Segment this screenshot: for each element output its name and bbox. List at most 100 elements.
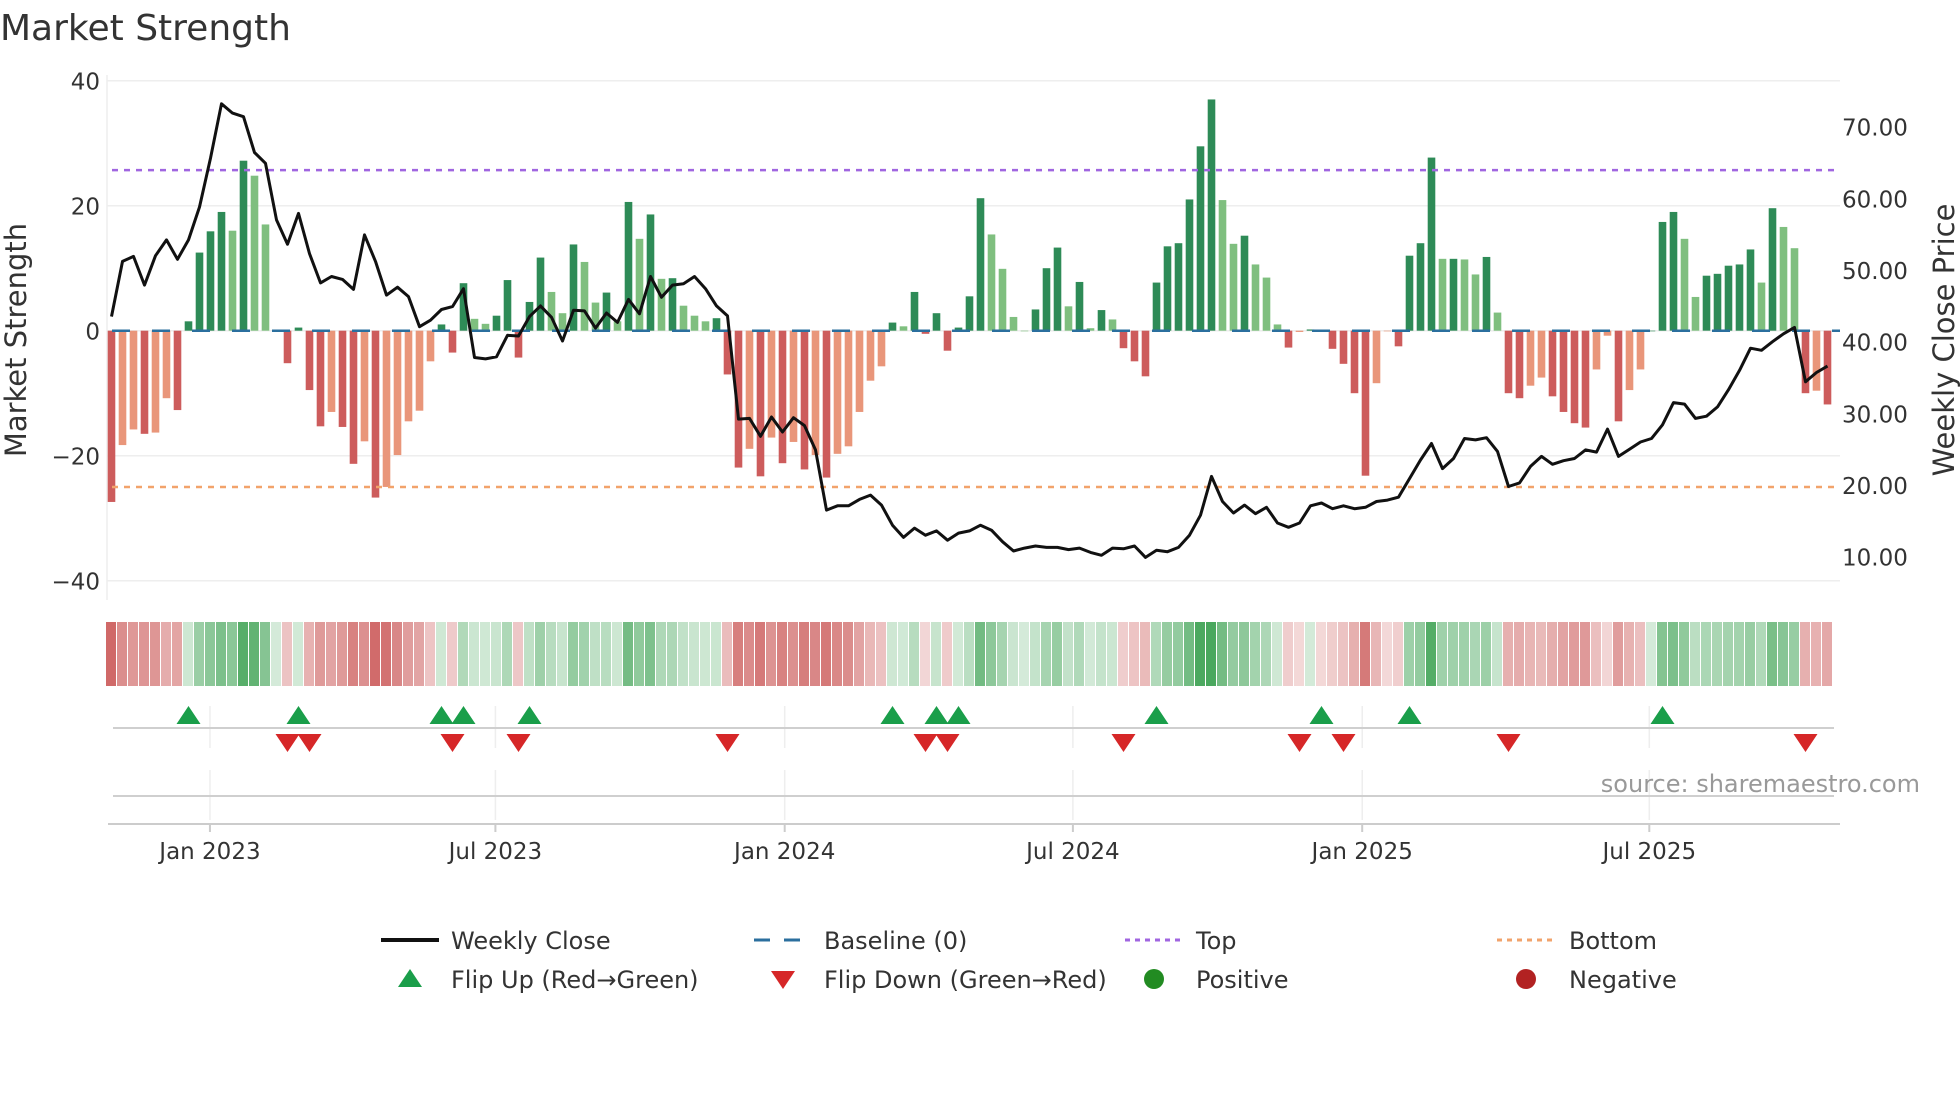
heatmap-cell bbox=[909, 622, 919, 686]
positive-bar bbox=[1262, 277, 1271, 331]
heatmap-cell bbox=[1360, 622, 1370, 686]
positive-bar bbox=[1218, 200, 1227, 331]
negative-bar bbox=[844, 330, 853, 447]
market-strength-chart: Market Strength 40 20 0 −20 −40 70.00 60.00 50… bbox=[0, 8, 1960, 994]
flip-down-marker bbox=[440, 734, 465, 752]
positive-bar bbox=[261, 224, 270, 331]
heatmap-cell bbox=[1646, 622, 1656, 686]
positive-bar bbox=[976, 198, 985, 331]
heatmap-cell bbox=[1745, 622, 1755, 686]
flip-up-marker bbox=[517, 706, 542, 724]
negative-bar bbox=[1130, 330, 1139, 362]
flip-up-marker bbox=[429, 706, 454, 724]
heatmap-cell bbox=[1723, 622, 1733, 686]
legend-label: Bottom bbox=[1569, 927, 1657, 955]
heatmap-cell bbox=[1338, 622, 1348, 686]
negative-bar bbox=[789, 330, 798, 442]
heatmap-cell bbox=[744, 622, 754, 686]
heatmap-cell bbox=[1558, 622, 1568, 686]
right-axis-label: Weekly Close Price bbox=[1927, 204, 1960, 477]
heatmap-cell bbox=[678, 622, 688, 686]
positive-bar bbox=[1735, 264, 1744, 331]
positive-bar bbox=[217, 211, 226, 331]
heatmap-cell bbox=[1129, 622, 1139, 686]
heatmap-cell bbox=[370, 622, 380, 686]
positive-bar bbox=[635, 238, 644, 331]
heatmap-cell bbox=[403, 622, 413, 686]
legend-label: Flip Down (Green→Red) bbox=[824, 966, 1107, 994]
flip-up-marker bbox=[924, 706, 949, 724]
positive-bar bbox=[1691, 296, 1700, 331]
heatmap-cell bbox=[1074, 622, 1084, 686]
heatmap-cell bbox=[1305, 622, 1315, 686]
positive-bar bbox=[1449, 258, 1458, 331]
right-tick-label: 40.00 bbox=[1842, 331, 1908, 357]
heatmap-cell bbox=[799, 622, 809, 686]
heatmap-cell bbox=[1426, 622, 1436, 686]
left-tick-label: −40 bbox=[51, 570, 100, 596]
negative-bar bbox=[129, 330, 138, 430]
heatmap-cell bbox=[854, 622, 864, 686]
heatmap-cell bbox=[1756, 622, 1766, 686]
legend-label: Baseline (0) bbox=[824, 927, 967, 955]
positive-bar bbox=[910, 291, 919, 331]
negative-bar bbox=[1361, 330, 1370, 476]
flip-up-marker bbox=[1397, 706, 1422, 724]
reference-lines bbox=[112, 168, 1840, 489]
flip-down-marker bbox=[1496, 734, 1521, 752]
heatmap-cell bbox=[1162, 622, 1172, 686]
heatmap-cell bbox=[898, 622, 908, 686]
heatmap-cell bbox=[117, 622, 127, 686]
x-tick-label: Jul 2025 bbox=[1600, 839, 1696, 865]
heatmap-cell bbox=[1547, 622, 1557, 686]
positive-bar bbox=[1438, 258, 1447, 331]
flip-markers-panel bbox=[113, 706, 1834, 820]
negative-bar bbox=[811, 330, 820, 456]
positive-bar bbox=[932, 313, 941, 331]
heatmap-cell bbox=[1569, 622, 1579, 686]
heatmap-cell bbox=[601, 622, 611, 686]
negative-bar bbox=[382, 330, 391, 487]
negative-bar bbox=[1515, 330, 1524, 399]
chart-title: Market Strength bbox=[0, 8, 291, 49]
heatmap-cell bbox=[1206, 622, 1216, 686]
flip-down-marker bbox=[1793, 734, 1818, 752]
legend-item-flip-down-green-red-: Flip Down (Green→Red) bbox=[771, 966, 1107, 994]
heatmap-cell bbox=[1481, 622, 1491, 686]
heatmap-cell bbox=[1536, 622, 1546, 686]
heatmap-cell bbox=[1701, 622, 1711, 686]
heatmap-cell bbox=[1668, 622, 1678, 686]
heatmap-cell bbox=[1822, 622, 1832, 686]
positive-bar bbox=[1669, 211, 1678, 331]
heatmap-cell bbox=[348, 622, 358, 686]
legend-item-positive: Positive bbox=[1144, 966, 1289, 994]
positive-bar bbox=[1108, 319, 1117, 331]
heatmap-cell bbox=[513, 622, 523, 686]
negative-bar bbox=[393, 330, 402, 456]
heatmap-cell bbox=[942, 622, 952, 686]
heatmap-cell bbox=[1107, 622, 1117, 686]
negative-bar bbox=[778, 330, 787, 464]
negative-bar bbox=[1548, 330, 1557, 397]
legend-item-flip-up-red-green-: Flip Up (Red→Green) bbox=[398, 966, 699, 994]
heatmap-cell bbox=[557, 622, 567, 686]
positive-bar bbox=[1229, 243, 1238, 331]
positive-bar bbox=[1493, 312, 1502, 331]
positive-bar bbox=[195, 252, 204, 331]
negative-bar bbox=[1614, 330, 1623, 422]
heatmap-cell bbox=[282, 622, 292, 686]
positive-bar bbox=[558, 313, 567, 331]
positive-bar bbox=[679, 305, 688, 331]
negative-bar bbox=[1636, 330, 1645, 370]
heatmap-cell bbox=[1294, 622, 1304, 686]
heatmap-cell bbox=[843, 622, 853, 686]
right-tick-label: 30.00 bbox=[1842, 402, 1908, 428]
left-tick-label: −20 bbox=[51, 445, 100, 471]
circle-icon bbox=[1516, 969, 1536, 989]
heatmap-cell bbox=[447, 622, 457, 686]
flip-down-marker bbox=[275, 734, 300, 752]
heatmap-cell bbox=[722, 622, 732, 686]
heatmap-cell bbox=[106, 622, 116, 686]
positive-bar bbox=[1757, 282, 1766, 331]
flip-down-marker bbox=[297, 734, 322, 752]
